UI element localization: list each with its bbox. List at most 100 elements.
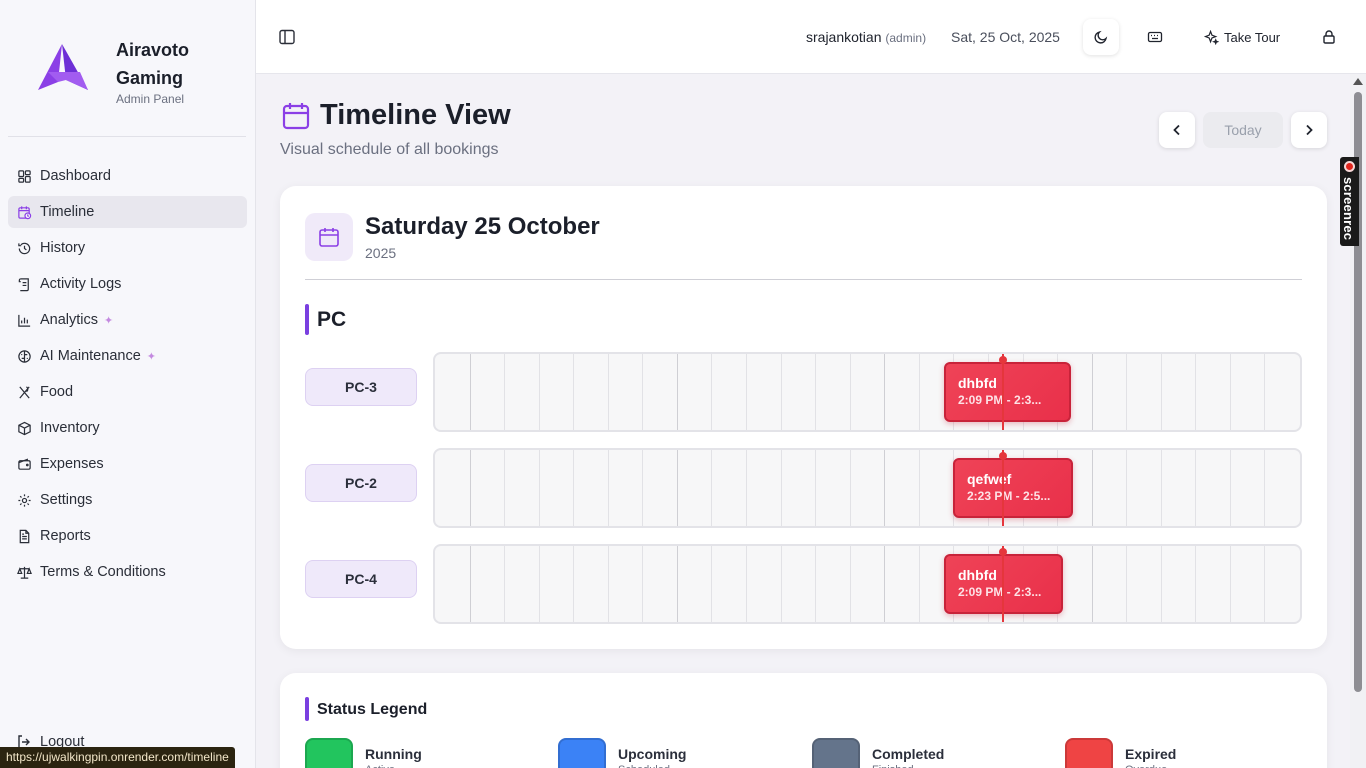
day-year: 2025 <box>365 245 397 261</box>
today-button[interactable]: Today <box>1203 112 1283 148</box>
divider <box>305 279 1302 280</box>
gridline <box>1230 546 1231 622</box>
sidebar-item-ai-maintenance[interactable]: AI Maintenance ✦ <box>8 340 247 372</box>
sidebar: Airavoto Gaming Admin Panel Dashboard Tim… <box>0 0 256 768</box>
lock-button[interactable] <box>1311 19 1347 55</box>
keyboard-shortcuts-button[interactable] <box>1137 19 1173 55</box>
sidebar-item-dashboard[interactable]: Dashboard <box>8 160 247 192</box>
divider <box>8 136 246 137</box>
gridline <box>746 546 747 622</box>
gridline <box>815 354 816 430</box>
sidebar-item-terms-conditions[interactable]: Terms & Conditions <box>8 556 247 588</box>
booking-time-range: 2:23 PM - 2:5... <box>967 489 1051 503</box>
gridline <box>1126 354 1127 430</box>
sidebar-item-history[interactable]: History <box>8 232 247 264</box>
gridline <box>711 546 712 622</box>
gridline <box>711 450 712 526</box>
sidebar-item-timeline[interactable]: Timeline <box>8 196 247 228</box>
legend-name: Expired <box>1125 746 1177 762</box>
legend-name: Running <box>365 746 422 762</box>
sidebar-item-reports[interactable]: Reports <box>8 520 247 552</box>
header-date: Sat, 25 Oct, 2025 <box>951 29 1060 45</box>
gridline <box>1264 450 1265 526</box>
sidebar-item-label: Reports <box>40 528 91 544</box>
sidebar-toggle-icon[interactable] <box>278 28 296 46</box>
hour-gridline <box>677 354 678 430</box>
lock-icon <box>1323 30 1335 44</box>
gridline <box>1161 546 1162 622</box>
timeline-track[interactable]: dhbfd 2:09 PM - 2:3... <box>433 352 1302 432</box>
gridline <box>850 354 851 430</box>
take-tour-button[interactable]: Take Tour <box>1196 19 1288 55</box>
keyboard-icon <box>1147 31 1163 43</box>
hour-gridline <box>1092 354 1093 430</box>
next-day-button[interactable] <box>1291 112 1327 148</box>
sidebar-item-food[interactable]: Food <box>8 376 247 408</box>
top-header: srajankotian (admin) Sat, 25 Oct, 2025 T… <box>256 0 1366 74</box>
sidebar-item-label: Dashboard <box>40 168 111 184</box>
gridline <box>504 450 505 526</box>
legend-description: Active <box>365 764 395 768</box>
booking-block[interactable]: dhbfd 2:09 PM - 2:3... <box>944 362 1071 422</box>
sidebar-item-settings[interactable]: Settings <box>8 484 247 516</box>
current-time-line <box>1002 450 1004 526</box>
sidebar-item-activity-logs[interactable]: Activity Logs <box>8 268 247 300</box>
gridline <box>781 450 782 526</box>
sidebar-item-label: Analytics <box>40 312 99 328</box>
chevron-right-icon <box>1306 124 1313 136</box>
gridline <box>1126 546 1127 622</box>
sidebar-item-expenses[interactable]: Expenses <box>8 448 247 480</box>
timeline-track[interactable]: dhbfd 2:09 PM - 2:3... <box>433 544 1302 624</box>
calendar-icon <box>319 228 339 247</box>
sidebar-item-analytics[interactable]: Analytics ✦ <box>8 304 247 336</box>
theme-toggle-button[interactable] <box>1083 19 1119 55</box>
hour-gridline <box>1092 546 1093 622</box>
gridline <box>573 354 574 430</box>
legend-name: Completed <box>872 746 945 762</box>
gridline <box>919 354 920 430</box>
history-icon <box>16 240 32 256</box>
gridline <box>1230 354 1231 430</box>
resource-label: PC-2 <box>305 464 417 502</box>
screenrec-badge[interactable]: screenrec <box>1340 157 1359 246</box>
booking-customer-name: dhbfd <box>958 375 997 391</box>
brand: Airavoto Gaming Admin Panel <box>0 0 256 136</box>
screenrec-label: screenrec <box>1341 177 1356 241</box>
timeline-track[interactable]: qefwef 2:23 PM - 2:5... <box>433 448 1302 528</box>
brand-logo-icon[interactable] <box>36 42 92 94</box>
gridline <box>642 546 643 622</box>
day-title: Saturday 25 October <box>365 213 600 240</box>
sidebar-item-inventory[interactable]: Inventory <box>8 412 247 444</box>
gridline <box>746 450 747 526</box>
gridline <box>1161 450 1162 526</box>
brand-subtitle: Admin Panel <box>116 92 185 106</box>
calendar-clock-icon <box>16 204 32 220</box>
gridline <box>539 546 540 622</box>
browser-status-url: https://ujwalkingpin.onrender.com/timeli… <box>0 747 235 768</box>
sidebar-item-label: Settings <box>40 492 93 508</box>
scale-icon <box>16 564 32 580</box>
gridline <box>919 546 920 622</box>
user-role: (admin) <box>885 31 927 45</box>
legend-swatch <box>558 738 606 768</box>
booking-block[interactable]: qefwef 2:23 PM - 2:5... <box>953 458 1073 518</box>
current-time-line <box>1002 354 1004 430</box>
gridline <box>781 546 782 622</box>
previous-day-button[interactable] <box>1159 112 1195 148</box>
gridline <box>539 450 540 526</box>
brain-icon <box>16 348 32 364</box>
gridline <box>1195 546 1196 622</box>
sidebar-item-label: Terms & Conditions <box>40 564 166 580</box>
status-legend-card: Status Legend Running Active Upcoming Sched… <box>280 673 1327 768</box>
scroll-up-arrow-icon[interactable] <box>1353 78 1363 85</box>
dashboard-icon <box>16 168 32 184</box>
gridline <box>815 450 816 526</box>
gridline <box>1264 354 1265 430</box>
sidebar-item-label: History <box>40 240 86 256</box>
gridline <box>781 354 782 430</box>
hour-gridline <box>677 450 678 526</box>
gridline <box>850 450 851 526</box>
gridline <box>711 354 712 430</box>
sidebar-item-label: Timeline <box>40 204 95 220</box>
bar-chart-icon <box>16 312 32 328</box>
